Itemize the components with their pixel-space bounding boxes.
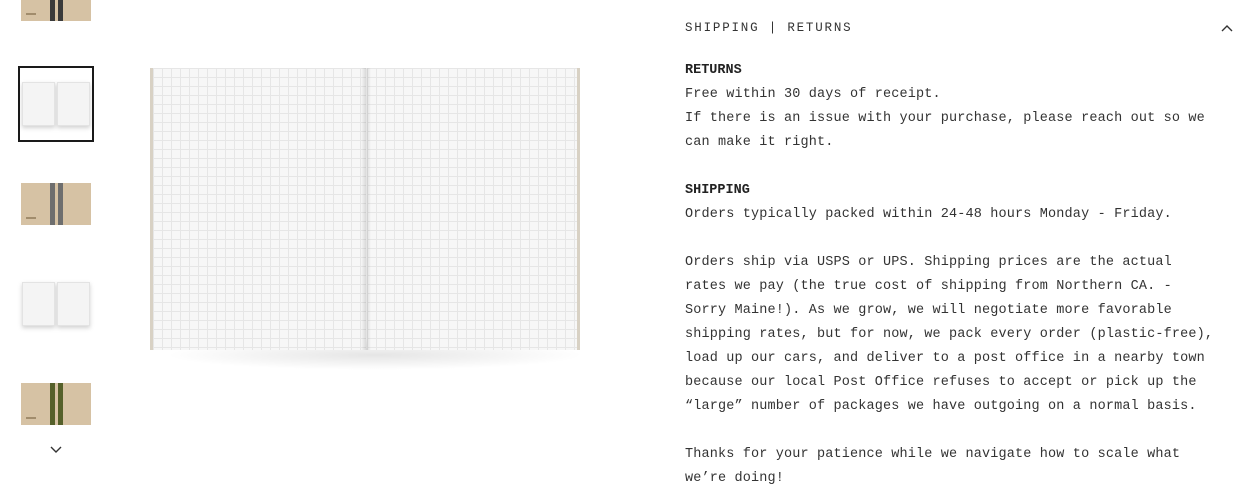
shipping-paragraph-line: shipping rates, but for now, we pack eve… (685, 327, 1214, 342)
accordion-title: SHIPPING | RETURNS (685, 21, 853, 35)
thumb-kraft-olive-image (21, 383, 91, 425)
thanks-line: Thanks for your patience while we naviga… (685, 447, 1181, 462)
shipping-heading: SHIPPING (685, 183, 750, 198)
returns-line: If there is an issue with your purchase,… (685, 111, 1205, 126)
shipping-line: Orders typically packed within 24-48 hou… (685, 207, 1172, 222)
returns-line: can make it right. (685, 135, 834, 150)
returns-heading: RETURNS (685, 63, 742, 78)
thumb-open-blank[interactable] (18, 266, 94, 342)
shipping-returns-accordion-toggle[interactable]: SHIPPING | RETURNS (685, 18, 1240, 38)
thumbnail-strip (0, 0, 110, 502)
chevron-up-icon (1221, 25, 1233, 32)
shipping-paragraph-line: rates we pay (the true cost of shipping … (685, 279, 1172, 294)
thanks-line: we’re doing! (685, 471, 785, 486)
product-page: SHIPPING | RETURNS RETURNS Free within 3… (0, 0, 1252, 502)
accordion-content: RETURNS Free within 30 days of receipt. … (685, 59, 1240, 491)
thumb-kraft-gray-image (21, 183, 91, 225)
notebook-right-page (367, 68, 580, 350)
thumb-kraft-gray[interactable] (18, 166, 94, 242)
shipping-paragraph-line: “large” number of packages we have outgo… (685, 399, 1197, 414)
main-product-image (145, 65, 590, 375)
returns-line: Free within 30 days of receipt. (685, 87, 941, 102)
thumb-open-blank-image (22, 282, 90, 326)
shipping-paragraph-line: load up our cars, and deliver to a post … (685, 351, 1205, 366)
notebook-left-page (150, 68, 366, 350)
shipping-paragraph-line: Sorry Maine!). As we grow, we will negot… (685, 303, 1172, 318)
thumb-kraft-black-image (21, 0, 91, 21)
chevron-down-icon (50, 446, 62, 453)
shipping-paragraph-line: Orders ship via USPS or UPS. Shipping pr… (685, 255, 1172, 270)
thumb-kraft-olive[interactable] (18, 366, 94, 442)
thumb-open-grid-image (22, 82, 90, 126)
thumb-open-grid[interactable] (18, 66, 94, 142)
thumb-kraft-black[interactable] (18, 0, 94, 38)
thumbnails-next-button[interactable] (46, 440, 66, 460)
shipping-paragraph-line: because our local Post Office refuses to… (685, 375, 1197, 390)
